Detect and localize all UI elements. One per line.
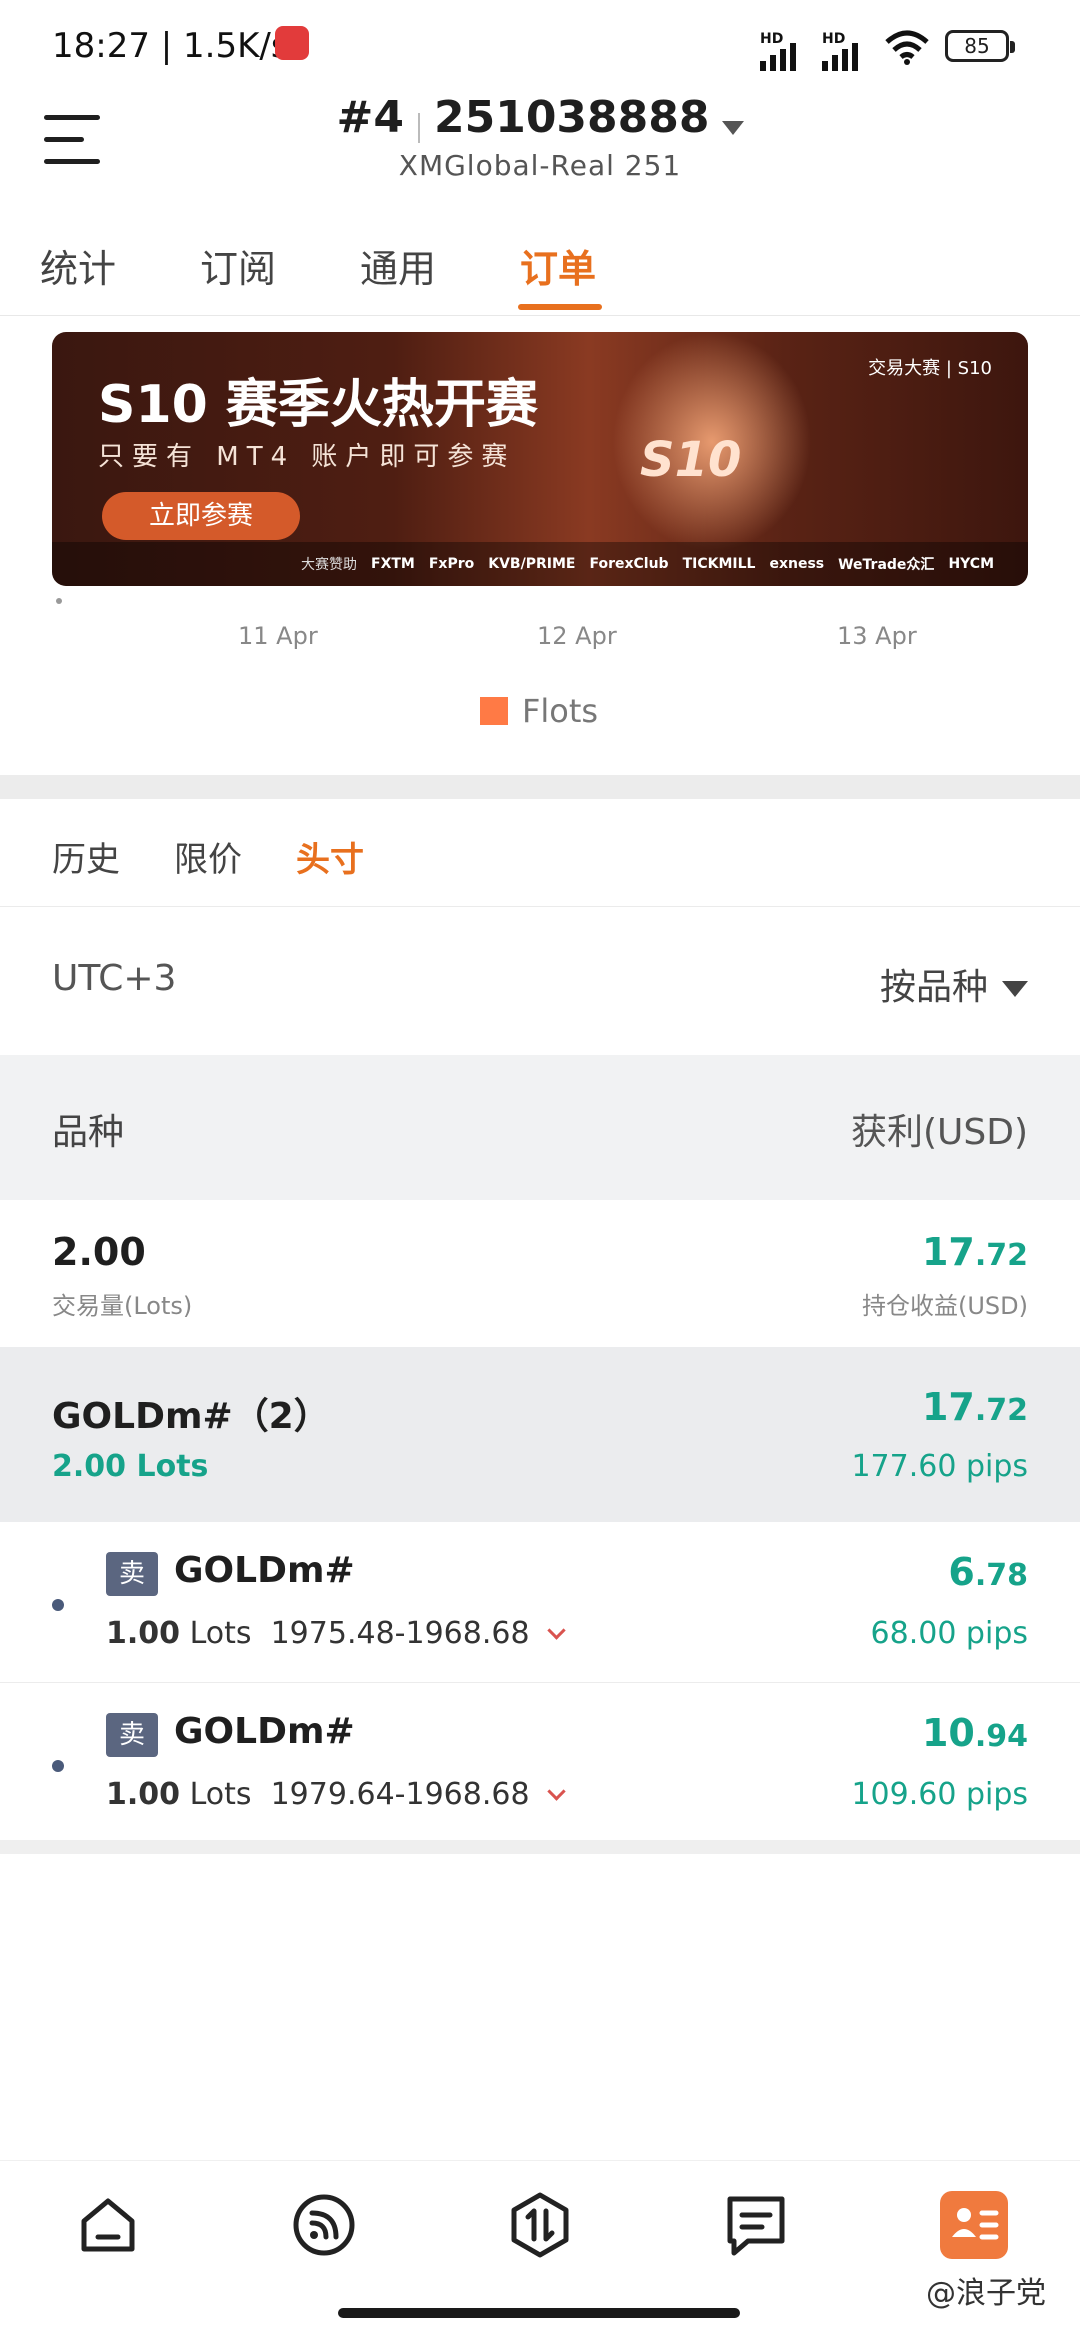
legend-swatch	[480, 697, 508, 725]
position-bullet	[52, 1760, 64, 1772]
group-pips: 177.60 pips	[851, 1449, 1028, 1484]
position-symbol: GOLDm#	[174, 1711, 355, 1752]
group-symbol: GOLDm#（2）	[52, 1396, 330, 1437]
position-detail: 1.00 Lots 1975.48-1968.68	[106, 1616, 566, 1651]
subtab-positions[interactable]: 头寸	[296, 832, 364, 881]
account-id: 251038888	[433, 92, 710, 143]
price-down-icon	[546, 1782, 566, 1801]
account-selector[interactable]: #4 251038888 XMGlobal-Real 251	[0, 92, 1080, 182]
column-profit: 获利(USD)	[850, 1112, 1028, 1153]
message-icon[interactable]	[722, 2191, 790, 2259]
x-tick-label: 13 Apr	[837, 622, 917, 650]
bottom-nav	[0, 2160, 1080, 2291]
chart-legend[interactable]: Flots	[480, 692, 598, 730]
account-server: XMGlobal-Real 251	[398, 149, 682, 182]
sell-badge: 卖	[106, 1713, 158, 1757]
position-row[interactable]: 卖 GOLDm# 1.00 Lots 1979.64-1968.68 10.94…	[0, 1683, 1080, 1844]
join-contest-button[interactable]: 立即参赛	[102, 492, 300, 540]
home-icon[interactable]	[74, 2191, 142, 2259]
position-pips: 109.60 pips	[851, 1777, 1028, 1812]
tab-general[interactable]: 通用	[360, 238, 436, 293]
section-divider	[0, 775, 1080, 799]
profile-card-icon[interactable]	[940, 2191, 1008, 2259]
sponsor-logo: HYCM	[948, 556, 994, 572]
sponsor-strip: 大赛赞助 FXTM FxPro KVB/PRIME ForexClub TICK…	[52, 542, 1028, 586]
status-time: 18:27 | 1.5K/s	[52, 26, 289, 66]
legend-label: Flots	[522, 692, 599, 730]
sponsor-label: 大赛赞助	[301, 557, 358, 573]
active-tab-indicator	[518, 304, 602, 310]
sponsor-logo: WeTrade众汇	[838, 557, 935, 573]
position-profit: 10.94	[921, 1711, 1028, 1755]
subtab-limit[interactable]: 限价	[174, 832, 242, 881]
position-profit: 6.78	[948, 1550, 1028, 1594]
promo-banner[interactable]: S10 赛季火热开赛 只要有 MT4 账户即可参赛 立即参赛 交易大赛 | S1…	[52, 332, 1028, 586]
price-down-icon	[546, 1621, 566, 1640]
timezone-label[interactable]: UTC+3	[52, 958, 176, 999]
home-indicator[interactable]	[338, 2308, 740, 2318]
signal-1-icon: HD	[760, 28, 796, 71]
position-detail: 1.00 Lots 1979.64-1968.68	[106, 1777, 566, 1812]
position-bullet	[52, 1599, 64, 1611]
sponsor-logo: KVB/PRIME	[488, 556, 576, 572]
account-dropdown-icon	[721, 120, 744, 135]
sponsor-logo: FxPro	[428, 556, 475, 572]
list-end-divider	[0, 1840, 1080, 1854]
app-notification-icon	[275, 26, 309, 60]
sort-by-label: 按品种	[879, 967, 988, 1008]
sell-badge: 卖	[106, 1552, 158, 1596]
divider	[0, 906, 1080, 907]
sponsor-logo: ForexClub	[589, 556, 669, 572]
signal-2-icon: HD	[822, 28, 858, 71]
sponsor-logo: exness	[769, 556, 825, 572]
trade-icon[interactable]	[506, 2191, 574, 2259]
sort-by-dropdown[interactable]: 按品种	[880, 958, 1028, 1010]
chart-point	[56, 598, 62, 604]
total-volume: 2.00	[52, 1230, 146, 1274]
battery-icon: 85	[945, 30, 1015, 62]
tab-subscription[interactable]: 订阅	[200, 238, 276, 293]
group-lots: 2.00 Lots	[52, 1449, 209, 1484]
total-profit-label: 持仓收益(USD)	[861, 1292, 1028, 1320]
tab-stats[interactable]: 统计	[40, 238, 116, 293]
column-symbol: 品种	[52, 1112, 125, 1153]
total-volume-label: 交易量(Lots)	[52, 1292, 193, 1320]
status-bar: 18:27 | 1.5K/s HD HD 85	[0, 0, 1080, 90]
watermark: @浪子党	[926, 2276, 1046, 2311]
sponsor-logo: TICKMILL	[682, 556, 756, 572]
symbol-group-row[interactable]: GOLDm#（2） 2.00 Lots 17.72 177.60 pips	[0, 1347, 1080, 1522]
position-pips: 68.00 pips	[870, 1616, 1028, 1651]
account-number: #4	[336, 92, 404, 143]
chevron-down-icon	[1002, 981, 1028, 997]
banner-title: S10 赛季火热开赛	[98, 375, 538, 435]
x-tick-label: 12 Apr	[537, 622, 617, 650]
table-header: 品种 获利(USD)	[0, 1055, 1080, 1200]
banner-center-logo: S10	[640, 432, 742, 488]
banner-subtitle: 只要有 MT4 账户即可参赛	[98, 442, 516, 472]
banner-brand: 交易大赛 | S10	[868, 358, 992, 379]
feed-icon[interactable]	[290, 2191, 358, 2259]
sponsor-logo: FXTM	[371, 556, 415, 572]
group-profit: 17.72	[921, 1385, 1028, 1429]
wifi-icon	[885, 30, 929, 65]
account-separator	[417, 112, 420, 143]
total-profit: 17.72	[921, 1230, 1028, 1274]
position-row[interactable]: 卖 GOLDm# 1.00 Lots 1975.48-1968.68 6.78 …	[0, 1522, 1080, 1683]
position-symbol: GOLDm#	[174, 1550, 355, 1591]
subtab-history[interactable]: 历史	[52, 832, 120, 881]
positions-summary: 2.00 交易量(Lots) 17.72 持仓收益(USD)	[0, 1200, 1080, 1345]
tab-orders[interactable]: 订单	[520, 238, 596, 293]
x-tick-label: 11 Apr	[238, 622, 318, 650]
